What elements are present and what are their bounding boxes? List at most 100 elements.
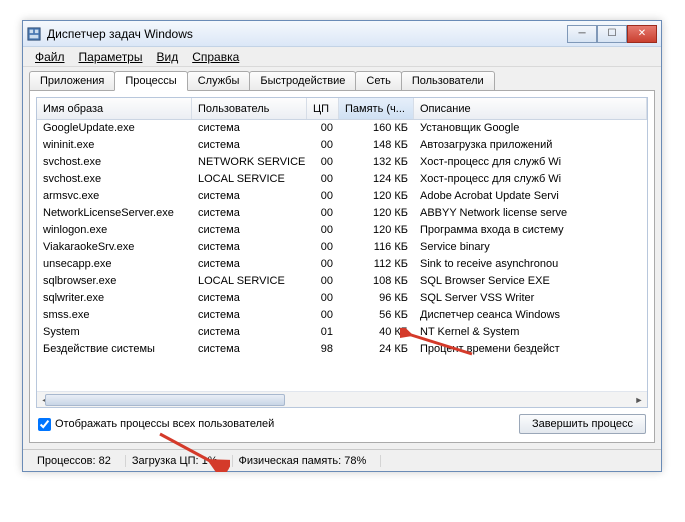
cell-user: система	[192, 239, 307, 256]
horizontal-scrollbar[interactable]: ◄ ►	[37, 391, 647, 407]
bottom-controls: Отображать процессы всех пользователей З…	[36, 408, 648, 436]
minimize-button[interactable]: ─	[567, 25, 597, 43]
cell-user: LOCAL SERVICE	[192, 273, 307, 290]
table-row[interactable]: Бездействие системысистема9824 КБПроцент…	[37, 341, 647, 358]
cell-user: система	[192, 137, 307, 154]
cell-memory: 120 КБ	[339, 205, 414, 222]
cell-memory: 116 КБ	[339, 239, 414, 256]
show-all-users-input[interactable]	[38, 418, 51, 431]
cell-memory: 120 КБ	[339, 222, 414, 239]
cell-cpu: 00	[307, 154, 339, 171]
cell-description: Service binary	[414, 239, 647, 256]
tab-users[interactable]: Пользователи	[401, 71, 495, 90]
app-icon	[27, 27, 41, 41]
cell-user: система	[192, 324, 307, 341]
cell-user: система	[192, 341, 307, 358]
tab-applications[interactable]: Приложения	[29, 71, 115, 90]
cell-memory: 148 КБ	[339, 137, 414, 154]
table-row[interactable]: unsecapp.exeсистема00112 КБSink to recei…	[37, 256, 647, 273]
cell-cpu: 00	[307, 205, 339, 222]
cell-image: ViakaraokeSrv.exe	[37, 239, 192, 256]
show-all-users-label: Отображать процессы всех пользователей	[55, 418, 274, 430]
cell-memory: 132 КБ	[339, 154, 414, 171]
cell-image: sqlwriter.exe	[37, 290, 192, 307]
col-user[interactable]: Пользователь	[192, 98, 307, 119]
cell-memory: 96 КБ	[339, 290, 414, 307]
col-cpu[interactable]: ЦП	[307, 98, 339, 119]
status-cpu: Загрузка ЦП: 1%	[126, 455, 233, 467]
scroll-right-icon[interactable]: ►	[631, 392, 647, 407]
cell-memory: 108 КБ	[339, 273, 414, 290]
tab-page: Имя образа Пользователь ЦП Память (ч... …	[29, 90, 655, 443]
cell-user: система	[192, 290, 307, 307]
menu-file[interactable]: Файл	[29, 48, 71, 66]
table-row[interactable]: svchost.exeLOCAL SERVICE00124 КБХост-про…	[37, 171, 647, 188]
cell-image: armsvc.exe	[37, 188, 192, 205]
cell-memory: 160 КБ	[339, 120, 414, 137]
col-description[interactable]: Описание	[414, 98, 647, 119]
menu-options[interactable]: Параметры	[73, 48, 149, 66]
table-row[interactable]: Systemсистема0140 КБNT Kernel & System	[37, 324, 647, 341]
cell-description: Диспетчер сеанса Windows	[414, 307, 647, 324]
cell-description: Хост-процесс для служб Wi	[414, 154, 647, 171]
cell-memory: 112 КБ	[339, 256, 414, 273]
table-row[interactable]: sqlbrowser.exeLOCAL SERVICE00108 КБSQL B…	[37, 273, 647, 290]
tab-network[interactable]: Сеть	[355, 71, 401, 90]
close-button[interactable]: ✕	[627, 25, 657, 43]
cell-memory: 24 КБ	[339, 341, 414, 358]
tabstrip: Приложения Процессы Службы Быстродействи…	[23, 67, 661, 90]
list-body[interactable]: GoogleUpdate.exeсистема00160 КБУстановщи…	[37, 120, 647, 391]
list-header: Имя образа Пользователь ЦП Память (ч... …	[37, 98, 647, 120]
table-row[interactable]: wininit.exeсистема00148 КБАвтозагрузка п…	[37, 137, 647, 154]
cell-cpu: 00	[307, 188, 339, 205]
cell-cpu: 00	[307, 222, 339, 239]
col-image[interactable]: Имя образа	[37, 98, 192, 119]
table-row[interactable]: armsvc.exeсистема00120 КБAdobe Acrobat U…	[37, 188, 647, 205]
cell-description: Sink to receive asynchronou	[414, 256, 647, 273]
cell-image: GoogleUpdate.exe	[37, 120, 192, 137]
cell-image: sqlbrowser.exe	[37, 273, 192, 290]
end-process-button[interactable]: Завершить процесс	[519, 414, 646, 434]
cell-image: svchost.exe	[37, 154, 192, 171]
cell-image: unsecapp.exe	[37, 256, 192, 273]
cell-description: Процент времени бездейст	[414, 341, 647, 358]
cell-memory: 40 КБ	[339, 324, 414, 341]
cell-description: SQL Server VSS Writer	[414, 290, 647, 307]
cell-user: система	[192, 222, 307, 239]
menubar: Файл Параметры Вид Справка	[23, 47, 661, 67]
cell-user: система	[192, 256, 307, 273]
table-row[interactable]: NetworkLicenseServer.exeсистема00120 КБA…	[37, 205, 647, 222]
table-row[interactable]: winlogon.exeсистема00120 КБПрограмма вхо…	[37, 222, 647, 239]
cell-user: система	[192, 205, 307, 222]
table-row[interactable]: sqlwriter.exeсистема0096 КБSQL Server VS…	[37, 290, 647, 307]
tab-services[interactable]: Службы	[187, 71, 251, 90]
tab-processes[interactable]: Процессы	[114, 71, 187, 91]
cell-image: wininit.exe	[37, 137, 192, 154]
menu-help[interactable]: Справка	[186, 48, 245, 66]
cell-image: svchost.exe	[37, 171, 192, 188]
cell-description: Автозагрузка приложений	[414, 137, 647, 154]
cell-cpu: 00	[307, 273, 339, 290]
cell-cpu: 98	[307, 341, 339, 358]
task-manager-window: Диспетчер задач Windows ─ ☐ ✕ Файл Парам…	[22, 20, 662, 472]
menu-view[interactable]: Вид	[150, 48, 184, 66]
titlebar[interactable]: Диспетчер задач Windows ─ ☐ ✕	[23, 21, 661, 47]
status-processes: Процессов: 82	[31, 455, 126, 467]
cell-description: ABBYY Network license serve	[414, 205, 647, 222]
cell-description: Adobe Acrobat Update Servi	[414, 188, 647, 205]
cell-memory: 120 КБ	[339, 188, 414, 205]
cell-description: Программа входа в систему	[414, 222, 647, 239]
cell-cpu: 00	[307, 239, 339, 256]
table-row[interactable]: ViakaraokeSrv.exeсистема00116 КБService …	[37, 239, 647, 256]
show-all-users-checkbox[interactable]: Отображать процессы всех пользователей	[38, 418, 274, 431]
table-row[interactable]: GoogleUpdate.exeсистема00160 КБУстановщи…	[37, 120, 647, 137]
table-row[interactable]: smss.exeсистема0056 КБДиспетчер сеанса W…	[37, 307, 647, 324]
tab-performance[interactable]: Быстродействие	[249, 71, 356, 90]
scroll-thumb[interactable]	[45, 394, 285, 406]
col-memory[interactable]: Память (ч...	[339, 98, 414, 119]
maximize-button[interactable]: ☐	[597, 25, 627, 43]
table-row[interactable]: svchost.exeNETWORK SERVICE00132 КБХост-п…	[37, 154, 647, 171]
cell-user: система	[192, 307, 307, 324]
cell-memory: 124 КБ	[339, 171, 414, 188]
cell-description: NT Kernel & System	[414, 324, 647, 341]
